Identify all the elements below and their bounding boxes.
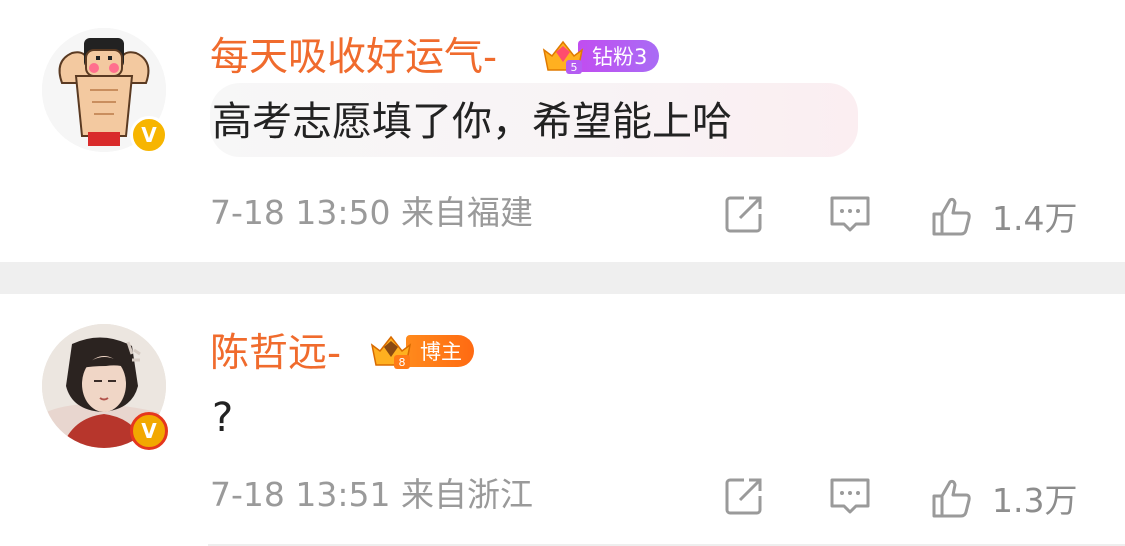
verified-mark: V bbox=[141, 123, 157, 147]
like-count: 1.4万 bbox=[992, 199, 1078, 238]
comment-button[interactable] bbox=[828, 474, 872, 518]
like-icon bbox=[932, 479, 971, 518]
section-divider bbox=[0, 262, 1125, 294]
crown-level: 8 bbox=[399, 356, 406, 369]
comment-time: 7-18 13:50 bbox=[210, 193, 391, 232]
username[interactable]: 陈哲远- bbox=[210, 334, 341, 373]
comment-meta: 7-18 13:50 来自福建 bbox=[210, 196, 533, 229]
blogger-badge[interactable]: 8 博主 bbox=[368, 334, 474, 369]
like-count: 1.3万 bbox=[992, 481, 1078, 520]
comment-icon bbox=[830, 196, 870, 232]
crown-level: 5 bbox=[571, 61, 578, 74]
comment-text: ? bbox=[212, 395, 234, 441]
like-icon bbox=[932, 197, 971, 236]
comment-button[interactable] bbox=[828, 192, 872, 236]
crown-icon: 5 bbox=[542, 40, 584, 74]
comment-meta: 7-18 13:51 来自浙江 bbox=[210, 478, 533, 511]
comment-item: V 陈哲远- 8 博主 ? 7-18 13:51 来自浙江 1.3万 bbox=[0, 294, 1125, 546]
verified-badge-icon: V bbox=[130, 412, 168, 450]
like-button[interactable]: 1.4万 bbox=[930, 192, 1077, 240]
share-button[interactable] bbox=[722, 474, 766, 518]
comment-time: 7-18 13:51 bbox=[210, 475, 391, 514]
comment-item: V 每天吸收好运气- 5 钻粉3 高考志愿填了你，希望能上哈 7-18 13:5… bbox=[0, 0, 1125, 262]
share-button[interactable] bbox=[722, 192, 766, 236]
comment-location: 来自福建 bbox=[401, 193, 533, 232]
share-icon bbox=[725, 196, 762, 233]
username[interactable]: 每天吸收好运气- bbox=[210, 38, 497, 77]
comment-icon bbox=[830, 478, 870, 514]
comment-location: 来自浙江 bbox=[401, 475, 533, 514]
verified-mark: V bbox=[141, 419, 157, 443]
crown-icon: 8 bbox=[370, 335, 412, 369]
fan-badge[interactable]: 5 钻粉3 bbox=[540, 39, 660, 74]
like-button[interactable]: 1.3万 bbox=[930, 474, 1077, 522]
comment-text: 高考志愿填了你，希望能上哈 bbox=[212, 99, 732, 145]
badge-label: 钻粉3 bbox=[578, 40, 660, 72]
share-icon bbox=[725, 478, 762, 515]
verified-badge-icon: V bbox=[130, 116, 168, 154]
badge-label: 博主 bbox=[406, 335, 474, 367]
